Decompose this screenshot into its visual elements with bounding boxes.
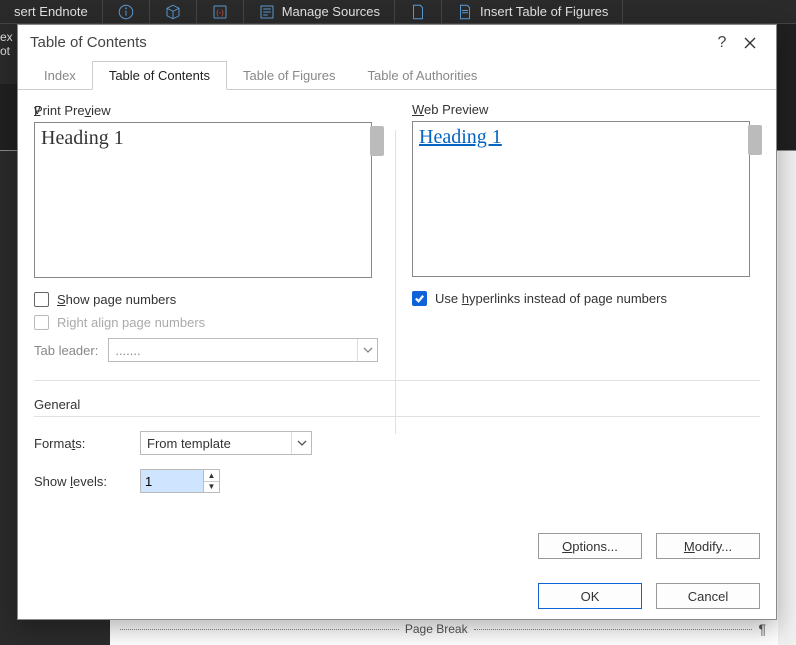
tab-leader-label: Tab leader: <box>34 343 98 358</box>
ribbon-manage-sources[interactable]: Manage Sources <box>244 0 395 23</box>
use-hyperlinks-row[interactable]: Use hyperlinks instead of page numbers <box>412 291 760 306</box>
dialog-title: Table of Contents <box>30 34 708 51</box>
dialog-tabs: Index Table of Contents Table of Figures… <box>18 60 776 90</box>
ribbon: sert Endnote (-) Manage Sources Insert T… <box>0 0 796 24</box>
web-preview-content: Heading 1 <box>419 126 502 148</box>
tab-table-of-figures[interactable]: Table of Figures <box>227 62 352 89</box>
tof-icon <box>456 3 474 21</box>
modify-button[interactable]: Modify... <box>656 533 760 559</box>
general-label: General <box>34 397 80 412</box>
right-align-row: Right align page numbers <box>34 315 382 330</box>
cube-icon <box>164 3 182 21</box>
ribbon-item[interactable] <box>150 0 197 23</box>
page-break-marker: Page Break ¶ <box>120 621 766 637</box>
tab-table-of-contents[interactable]: Table of Contents <box>92 61 227 90</box>
preview-scrollbar[interactable] <box>748 125 762 155</box>
ribbon-item[interactable]: (-) <box>197 0 244 23</box>
web-preview-label: Web Preview <box>412 102 760 117</box>
ribbon-insert-endnote[interactable]: sert Endnote <box>0 0 103 23</box>
show-page-numbers-row[interactable]: Show page numbers <box>34 292 382 307</box>
preview-scrollbar[interactable] <box>370 126 384 156</box>
tab-leader-value: ....... <box>115 343 140 358</box>
info-icon <box>117 3 135 21</box>
ribbon-label: sert Endnote <box>14 4 88 19</box>
divider <box>34 380 760 381</box>
formats-label: Formats: <box>34 436 124 451</box>
tab-table-of-authorities[interactable]: Table of Authorities <box>352 62 494 89</box>
print-preview-label: Print Preview <box>34 103 382 118</box>
tab-index[interactable]: Index <box>28 62 92 89</box>
ribbon-label: Manage Sources <box>282 4 380 19</box>
ribbon-item[interactable] <box>103 0 150 23</box>
toc-dialog: Table of Contents ? Index Table of Conte… <box>17 24 777 620</box>
cancel-button[interactable]: Cancel <box>656 583 760 609</box>
formats-combo[interactable]: From template <box>140 431 312 455</box>
titlebar: Table of Contents ? <box>18 25 776 60</box>
tab-leader-combo[interactable]: ....... <box>108 338 378 362</box>
chevron-down-icon <box>291 432 311 454</box>
svg-text:(-): (-) <box>216 8 224 17</box>
close-button[interactable] <box>736 29 764 57</box>
ribbon-insert-tof[interactable]: Insert Table of Figures <box>442 0 623 23</box>
show-page-numbers-label: Show page numbers <box>57 292 176 307</box>
formats-value: From template <box>147 436 231 451</box>
citation-icon: (-) <box>211 3 229 21</box>
scrollbar[interactable] <box>778 151 796 645</box>
show-levels-label: Show levels: <box>34 474 124 489</box>
options-button[interactable]: Options... <box>538 533 642 559</box>
page-break-label: Page Break <box>399 622 474 636</box>
ribbon-item[interactable] <box>395 0 442 23</box>
pilcrow-icon: ¶ <box>758 621 766 637</box>
divider <box>395 130 396 434</box>
spin-up-button[interactable]: ▲ <box>204 470 219 482</box>
print-preview-box: Heading 1 <box>34 122 372 278</box>
print-preview-content: Heading 1 <box>41 127 124 149</box>
ribbon-label: Insert Table of Figures <box>480 4 608 19</box>
right-align-label: Right align page numbers <box>57 315 205 330</box>
show-levels-spinner[interactable]: ▲ ▼ <box>140 469 220 493</box>
checkbox-icon[interactable] <box>34 292 49 307</box>
show-levels-input[interactable] <box>141 470 203 492</box>
help-button[interactable]: ? <box>708 29 736 57</box>
sources-icon <box>258 3 276 21</box>
chevron-down-icon <box>357 339 377 361</box>
web-preview-box: Heading 1 <box>412 121 750 277</box>
checkbox-icon <box>34 315 49 330</box>
spin-down-button[interactable]: ▼ <box>204 482 219 493</box>
left-panel-fragment: ex ot <box>0 24 17 84</box>
ok-button[interactable]: OK <box>538 583 642 609</box>
divider <box>34 416 760 417</box>
checkbox-checked-icon[interactable] <box>412 291 427 306</box>
use-hyperlinks-label: Use hyperlinks instead of page numbers <box>435 291 667 306</box>
doc-icon <box>409 3 427 21</box>
